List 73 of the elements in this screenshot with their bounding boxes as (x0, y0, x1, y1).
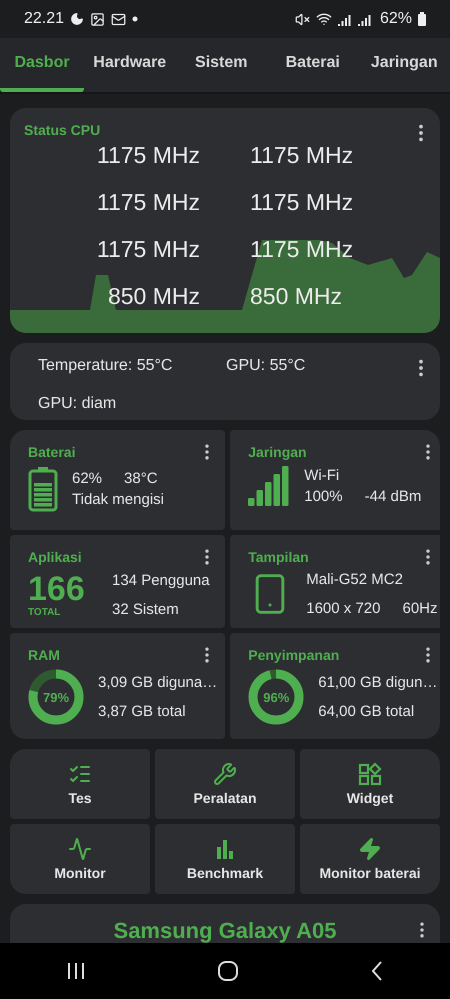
dot-icon (132, 16, 138, 22)
card-value: -44 dBm (364, 488, 422, 505)
card-value: 61,00 GB digun… (318, 674, 438, 691)
card-title: Aplikasi (28, 549, 82, 565)
clock: 22.21 (24, 10, 64, 28)
tools-icon (213, 762, 237, 786)
tab[interactable]: Baterai (267, 38, 358, 92)
card-title: Baterai (28, 444, 76, 460)
card-value: 38°C (124, 470, 158, 487)
tab[interactable]: Sistem (176, 38, 267, 92)
cpu-frequency: 1175 MHz (96, 189, 200, 216)
cpu-frequency: 1175 MHz (96, 236, 200, 263)
usage-percent: 96% (262, 688, 290, 706)
shortcut-button[interactable]: Monitor (10, 824, 150, 894)
tab[interactable]: Dasbor (0, 38, 84, 92)
info-card[interactable]: Tampilan Mali-G52 MC2 1600 x 720 60Hz (230, 535, 440, 628)
cpu-frequency: 1175 MHz (250, 189, 354, 216)
cpu-frequency: 1175 MHz (96, 142, 200, 169)
card-title: Penyimpanan (248, 647, 340, 663)
widgets-icon (358, 762, 382, 786)
battery-icon (28, 466, 58, 512)
card-value: Tidak mengisi (72, 491, 164, 508)
mute-icon (294, 12, 310, 26)
tab[interactable]: Hardware (84, 38, 176, 92)
temperature-text: Temperature: 55°C (38, 357, 174, 376)
recent-apps-button[interactable] (66, 962, 86, 980)
card-value: 62% (72, 470, 102, 487)
card-value: 32 Sistem (112, 600, 179, 618)
card-value: 60Hz (402, 600, 438, 617)
card-title: Tampilan (248, 549, 309, 565)
shortcut-button[interactable]: Widget (300, 749, 440, 819)
card-value: 64,00 GB total (318, 703, 414, 720)
info-card[interactable]: Baterai 62% 38°C Tidak mengisi (10, 430, 226, 530)
count-label: TOTAL (28, 607, 62, 618)
shortcut-button[interactable]: Monitor baterai (300, 824, 440, 894)
card-title: RAM (28, 647, 60, 663)
signal-bars-icon (248, 466, 290, 506)
cpu-frequency: 850 MHz (250, 283, 342, 310)
info-card[interactable]: Jaringan Wi-Fi 100% -44 dBm (230, 430, 440, 530)
card-value: 3,09 GB diguna… (98, 674, 218, 691)
app-count: 166 (28, 571, 86, 607)
shortcut-button[interactable]: Benchmark (155, 824, 295, 894)
battery-percent: 62% (380, 10, 412, 28)
info-card[interactable]: Penyimpanan 96% 61,00 GB digun… 64,00 GB total (230, 633, 440, 739)
tab[interactable]: Jaringan (358, 38, 450, 92)
info-card[interactable]: Aplikasi 166 TOTAL 134 Pengguna 32 Sistem (10, 535, 226, 628)
back-button[interactable] (370, 961, 384, 981)
temperature-text: GPU: diam (38, 394, 118, 414)
usage-percent: 79% (42, 688, 70, 706)
temperature-text: GPU: 55°C (226, 357, 306, 376)
card-value: Mali-G52 MC2 (306, 571, 403, 588)
card-value: Wi-Fi (304, 467, 340, 484)
card-value: 100% (304, 488, 343, 505)
image-icon (90, 12, 106, 26)
device-name: Samsung Galaxy A05 (114, 918, 336, 943)
home-button[interactable] (218, 961, 238, 981)
wifi-icon (316, 11, 332, 27)
pulse-icon (68, 837, 92, 861)
lightning-icon (358, 837, 382, 861)
moon-icon (70, 12, 84, 26)
cpu-frequency: 1175 MHz (250, 142, 354, 169)
card-value: 134 Pengguna (112, 572, 210, 588)
card-value: 1600 x 720 (306, 600, 380, 617)
cpu-frequency: 850 MHz (108, 283, 200, 310)
battery-status-icon (418, 12, 426, 26)
card-title: Jaringan (248, 444, 307, 460)
info-card[interactable]: RAM 79% 3,09 GB diguna… 3,87 GB total (10, 633, 226, 739)
shortcut-button[interactable]: Peralatan (155, 749, 295, 819)
shortcut-button[interactable]: Tes (10, 749, 150, 819)
card-value: 3,87 GB total (98, 703, 186, 720)
card-title: Status CPU (24, 122, 100, 140)
mail-icon (111, 12, 126, 26)
cpu-frequency: 1175 MHz (250, 236, 354, 263)
